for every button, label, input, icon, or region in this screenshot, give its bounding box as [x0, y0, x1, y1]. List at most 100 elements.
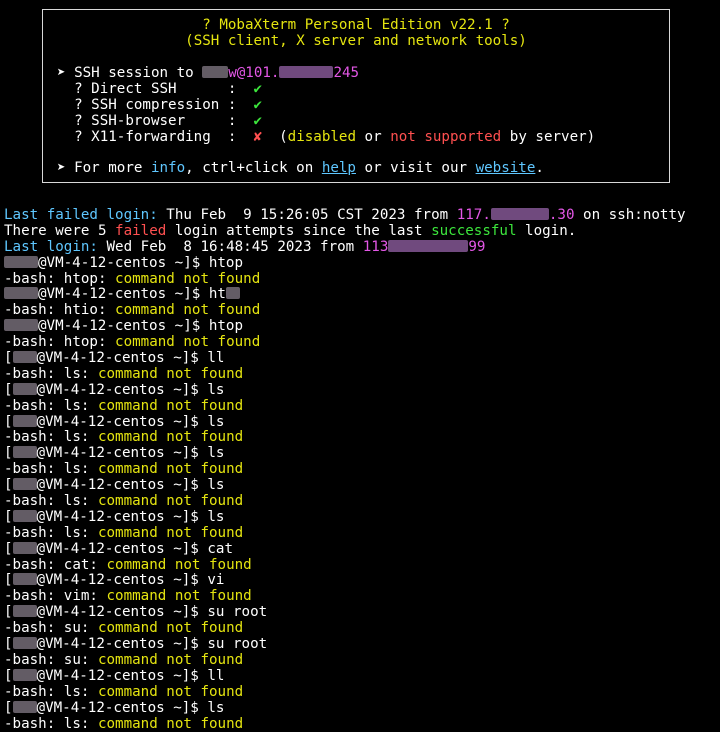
prompt-line: [@VM-4-12-centos ~]$ ls: [4, 510, 720, 526]
redacted-user: [13, 637, 37, 649]
redacted-user: [202, 66, 228, 78]
error-line: -bash: htop: command not found: [4, 272, 720, 288]
ssh-host: w@101.: [228, 65, 279, 81]
command-text: htop: [209, 255, 243, 271]
error-line: -bash: ls: command not found: [4, 494, 720, 510]
check-ssh-browser: ? SSH-browser : ✔: [57, 114, 262, 130]
redacted-user: [13, 669, 37, 681]
redacted-ip: [279, 66, 333, 78]
check-ssh-compression: ? SSH compression : ✔: [57, 98, 262, 114]
prompt-line: [@VM-4-12-centos ~]$ ls: [4, 415, 720, 431]
redacted-user: [4, 287, 38, 299]
prompt-line: [@VM-4-12-centos ~]$ su root: [4, 637, 720, 653]
redacted-user: [4, 319, 38, 331]
command-text: ls: [207, 700, 224, 716]
command-not-found: command not found: [115, 271, 260, 287]
check-mark-icon: ✔: [253, 81, 262, 97]
command-text: htop: [209, 318, 243, 334]
command-not-found: command not found: [115, 334, 260, 350]
redacted-user: [13, 605, 37, 617]
redacted-user: [13, 701, 37, 713]
last-failed-login-line: Last failed login: Thu Feb 9 15:26:05 CS…: [4, 208, 720, 224]
redacted-user: [13, 478, 37, 490]
prompt-line: [@VM-4-12-centos ~]$ ls: [4, 701, 720, 717]
redacted-user: [13, 573, 37, 585]
help-link[interactable]: help: [322, 160, 356, 176]
command-text: ht: [209, 286, 226, 302]
redacted-user: [4, 256, 38, 268]
prompt-line: [@VM-4-12-centos ~]$ ll: [4, 351, 720, 367]
error-line: -bash: ls: command not found: [4, 367, 720, 383]
prompt-line: @VM-4-12-centos ~]$ htop: [4, 319, 720, 335]
command-text: ll: [207, 668, 224, 684]
command-not-found: command not found: [98, 620, 243, 636]
command-not-found: command not found: [98, 525, 243, 541]
error-line: -bash: ls: command not found: [4, 399, 720, 415]
command-text: cat: [207, 541, 233, 557]
error-line: -bash: su: command not found: [4, 653, 720, 669]
error-line: -bash: htio: command not found: [4, 303, 720, 319]
redacted-user: [13, 542, 37, 554]
prompt-line: [@VM-4-12-centos ~]$ su root: [4, 605, 720, 621]
redacted-user: [13, 383, 37, 395]
command-history: @VM-4-12-centos ~]$ htop-bash: htop: com…: [4, 256, 720, 732]
command-text: ls: [207, 445, 224, 461]
redacted-ip: [491, 208, 549, 220]
redacted-ip: [388, 240, 468, 252]
check-mark-icon: ✔: [253, 113, 262, 129]
banner-subtitle: (SSH client, X server and network tools): [43, 34, 669, 50]
command-not-found: command not found: [107, 588, 252, 604]
prompt-line: [@VM-4-12-centos ~]$ ls: [4, 383, 720, 399]
command-text: ll: [207, 350, 224, 366]
command-text: ls: [207, 477, 224, 493]
error-line: -bash: vim: command not found: [4, 589, 720, 605]
command-not-found: command not found: [115, 302, 260, 318]
command-not-found: command not found: [107, 557, 252, 573]
command-not-found: command not found: [98, 398, 243, 414]
error-line: -bash: cat: command not found: [4, 558, 720, 574]
redacted-user: [13, 415, 37, 427]
command-not-found: command not found: [98, 493, 243, 509]
error-line: -bash: ls: command not found: [4, 430, 720, 446]
terminal-output: Last failed login: Thu Feb 9 15:26:05 CS…: [4, 208, 720, 732]
command-text: su root: [207, 604, 267, 620]
welcome-banner: ? MobaXterm Personal Edition v22.1 ? (SS…: [42, 9, 670, 183]
error-line: -bash: ls: command not found: [4, 462, 720, 478]
ssh-session-line: ➤ SSH session to w@101.245: [57, 66, 359, 82]
info-link[interactable]: info: [151, 160, 185, 176]
prompt-line: [@VM-4-12-centos ~]$ cat: [4, 542, 720, 558]
command-not-found: command not found: [98, 716, 243, 732]
check-mark-icon: ✔: [253, 97, 262, 113]
terminal-window[interactable]: ? MobaXterm Personal Edition v22.1 ? (SS…: [0, 0, 720, 702]
more-info-line: ➤ For more info, ctrl+click on help or v…: [57, 161, 544, 177]
check-direct-ssh: ? Direct SSH : ✔: [57, 82, 262, 98]
prompt-line: [@VM-4-12-centos ~]$ ll: [4, 669, 720, 685]
error-line: -bash: ls: command not found: [4, 685, 720, 701]
command-not-found: command not found: [98, 684, 243, 700]
error-line: -bash: ls: command not found: [4, 717, 720, 732]
prompt-line: [@VM-4-12-centos ~]$ ls: [4, 478, 720, 494]
prompt-line: [@VM-4-12-centos ~]$ ls: [4, 446, 720, 462]
command-text: ls: [207, 509, 224, 525]
command-text: su root: [207, 636, 267, 652]
command-not-found: command not found: [98, 429, 243, 445]
banner-title: ? MobaXterm Personal Edition v22.1 ?: [43, 18, 669, 34]
redacted-user: [13, 351, 37, 363]
prompt-line: @VM-4-12-centos ~]$ ht: [4, 287, 720, 303]
prompt-line: [@VM-4-12-centos ~]$ vi: [4, 573, 720, 589]
website-link[interactable]: website: [476, 160, 536, 176]
command-text: ls: [207, 414, 224, 430]
command-not-found: command not found: [98, 366, 243, 382]
error-line: -bash: htop: command not found: [4, 335, 720, 351]
redacted-text: [226, 287, 240, 299]
error-line: -bash: su: command not found: [4, 621, 720, 637]
command-not-found: command not found: [98, 652, 243, 668]
check-x11-forwarding: ? X11-forwarding : ✘ (disabled or not su…: [57, 130, 595, 146]
command-not-found: command not found: [98, 461, 243, 477]
redacted-user: [13, 510, 37, 522]
command-text: vi: [207, 572, 224, 588]
command-text: ls: [207, 382, 224, 398]
prompt-line: @VM-4-12-centos ~]$ htop: [4, 256, 720, 272]
redacted-user: [13, 446, 37, 458]
error-line: -bash: ls: command not found: [4, 526, 720, 542]
